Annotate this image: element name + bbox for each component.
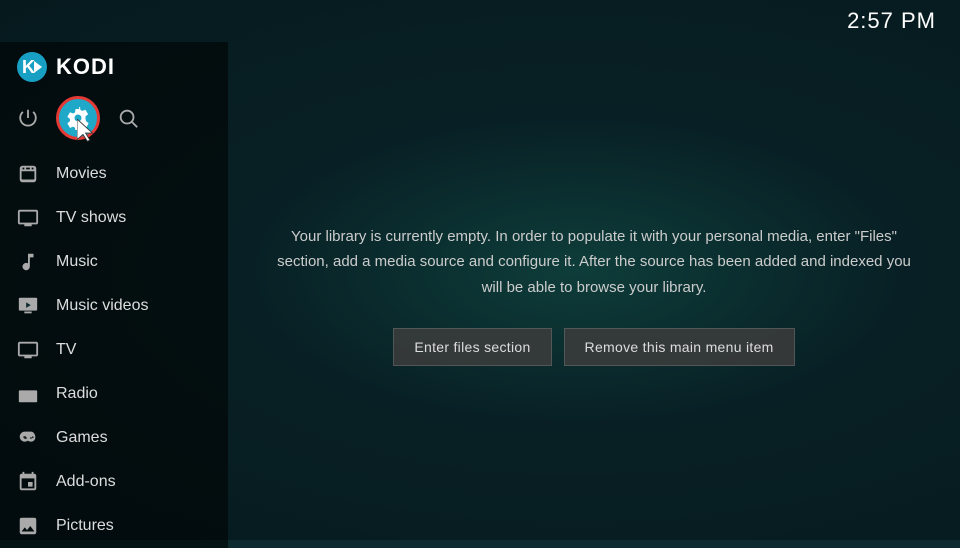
sidebar-item-pictures[interactable]: Pictures bbox=[0, 504, 228, 548]
sidebar-item-music-videos[interactable]: Music videos bbox=[0, 284, 228, 328]
music-label: Music bbox=[56, 253, 98, 271]
app-title: KODI bbox=[56, 54, 115, 80]
radio-icon bbox=[16, 382, 40, 406]
music-videos-label: Music videos bbox=[56, 297, 148, 315]
empty-library-box: Your library is currently empty. In orde… bbox=[268, 224, 920, 367]
sidebar-item-tv-shows[interactable]: TV shows bbox=[0, 196, 228, 240]
remove-menu-item-button[interactable]: Remove this main menu item bbox=[564, 328, 795, 366]
empty-library-message: Your library is currently empty. In orde… bbox=[268, 224, 920, 301]
movies-icon bbox=[16, 162, 40, 186]
movies-label: Movies bbox=[56, 165, 107, 183]
sidebar-item-music[interactable]: Music bbox=[0, 240, 228, 284]
sidebar: K KODI bbox=[0, 42, 228, 548]
pictures-icon bbox=[16, 514, 40, 538]
search-button[interactable] bbox=[112, 102, 144, 134]
svg-text:K: K bbox=[22, 57, 35, 77]
tv-icon bbox=[16, 338, 40, 362]
sidebar-item-add-ons[interactable]: Add-ons bbox=[0, 460, 228, 504]
tv-label: TV bbox=[56, 341, 76, 359]
main-nav: Movies TV shows Music M bbox=[0, 152, 228, 548]
add-ons-label: Add-ons bbox=[56, 473, 116, 491]
kodi-logo-icon: K bbox=[16, 51, 48, 83]
tv-shows-label: TV shows bbox=[56, 209, 126, 227]
radio-label: Radio bbox=[56, 385, 98, 403]
main-content: Your library is currently empty. In orde… bbox=[228, 42, 960, 548]
power-button[interactable] bbox=[12, 102, 44, 134]
sidebar-top-icons bbox=[0, 92, 228, 152]
games-label: Games bbox=[56, 429, 108, 447]
sidebar-item-radio[interactable]: Radio bbox=[0, 372, 228, 416]
layout: K KODI bbox=[0, 42, 960, 548]
sidebar-item-tv[interactable]: TV bbox=[0, 328, 228, 372]
tv-shows-icon bbox=[16, 206, 40, 230]
search-icon bbox=[117, 107, 139, 129]
action-buttons: Enter files section Remove this main men… bbox=[268, 328, 920, 366]
top-bar: 2:57 PM bbox=[0, 0, 960, 42]
music-videos-icon bbox=[16, 294, 40, 318]
kodi-header: K KODI bbox=[0, 42, 228, 92]
settings-button[interactable] bbox=[56, 96, 100, 140]
enter-files-button[interactable]: Enter files section bbox=[393, 328, 551, 366]
sidebar-item-movies[interactable]: Movies bbox=[0, 152, 228, 196]
games-icon bbox=[16, 426, 40, 450]
add-ons-icon bbox=[16, 470, 40, 494]
sidebar-item-games[interactable]: Games bbox=[0, 416, 228, 460]
clock: 2:57 PM bbox=[847, 8, 936, 34]
music-icon bbox=[16, 250, 40, 274]
pictures-label: Pictures bbox=[56, 517, 114, 535]
gear-icon bbox=[66, 106, 90, 130]
